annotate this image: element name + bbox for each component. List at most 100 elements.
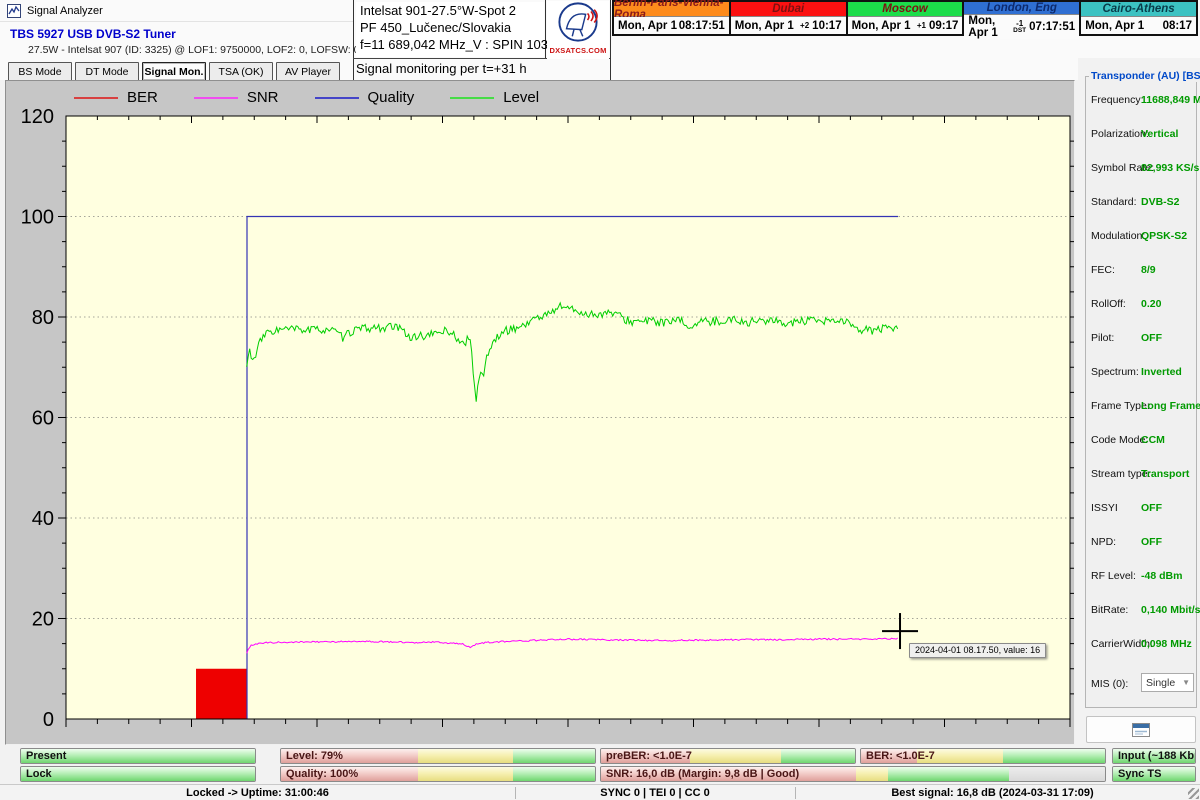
chevron-down-icon: ▼ [1182,678,1190,687]
panel-button[interactable] [1086,716,1196,743]
signal-bar-quality: Quality: 100% [280,766,596,782]
mis-value: Single [1146,677,1175,689]
mis-row: MIS (0): Single ▼ [1086,675,1196,695]
field-modulation: Modulation:QPSK-S2 [1086,227,1196,247]
field-label: NPD: [1091,536,1116,548]
clock-date: Mon, Apr 1 [735,20,800,32]
field-value: 82,993 KS/s [1141,162,1199,174]
mis-label: MIS (0): [1091,678,1128,690]
field-rolloff: RollOff:0.20 [1086,295,1196,315]
mis-select[interactable]: Single ▼ [1141,673,1194,692]
clock-city-label: Cairo-Athens [1081,2,1196,17]
transponder-panel: Transponder (AU) [BS] Frequency:11688,84… [1078,58,1200,746]
field-issyi: ISSYIOFF [1086,499,1196,519]
window-title: Signal Analyzer [27,5,103,17]
field-value: 11688,849 MHz [1141,94,1200,106]
y-tick-label: 40 [32,508,54,530]
tuner-title: TBS 5927 USB DVB-S2 Tuner [10,27,176,41]
clock-cairo-athens: Cairo-AthensMon, Apr 108:17 [1081,2,1196,34]
tab-tsa-ok[interactable]: TSA (OK) [209,62,273,81]
clock-date: Mon, Apr 1 [618,20,679,32]
field-label: Pilot: [1091,332,1114,344]
field-stream-type: Stream type:Transport [1086,465,1196,485]
bar-label: Present [26,750,66,762]
clock-city-label: London, Eng [964,2,1079,15]
field-label: BitRate: [1091,604,1128,616]
bar-zone-green [513,749,595,763]
field-value: DVB-S2 [1141,196,1180,208]
clock-london-eng: London, EngMon, Apr 1-1DST07:17:51 [964,2,1079,34]
field-value: OFF [1141,502,1162,514]
bar-zone-gray [1009,767,1105,781]
satellite-dish-icon [557,1,599,43]
clock-time-row: Mon, Apr 1-1DST07:17:51 [964,15,1079,39]
field-label: Standard: [1091,196,1137,208]
field-frame-type: Frame Type:Long Frame [1086,397,1196,417]
signal-bar-input: Input (~188 Kbps) [1112,748,1196,764]
field-label: Frequency: [1091,94,1144,106]
clock-moscow: MoscowMon, Apr 1+109:17 [848,2,963,34]
clock-dubai: DubaiMon, Apr 1+210:17 [731,2,846,34]
tab-signal-mon[interactable]: Signal Mon. [142,62,206,81]
field-value: 8/9 [1141,264,1156,276]
tab-dt-mode[interactable]: DT Mode [75,62,139,81]
status-sync: SYNC 0 | TEI 0 | CC 0 [600,787,709,799]
field-value: Inverted [1141,366,1182,378]
field-label: Spectrum: [1091,366,1139,378]
window-titlebar: Signal Analyzer [0,0,353,22]
field-symbol-rate: Symbol Rate:82,993 KS/s [1086,159,1196,179]
bar-zone-green [21,767,255,781]
bar-zone-yellow [856,767,889,781]
field-polarization: Polarization:Vertical [1086,125,1196,145]
field-value: Vertical [1141,128,1178,140]
field-value: CCM [1141,434,1165,446]
resize-grip[interactable] [1188,788,1199,799]
clock-time-row: Mon, Apr 1+109:17 [848,17,963,34]
field-frequency: Frequency:11688,849 MHz [1086,91,1196,111]
logo-text: DXSATCS.COM [547,46,609,55]
field-spectrum: Spectrum:Inverted [1086,363,1196,383]
y-tick-label: 0 [43,709,54,731]
clock-time: 10:17 [812,20,841,32]
status-best-signal: Best signal: 16,8 dB (2024-03-31 17:09) [891,787,1093,799]
signal-bar-snr: SNR: 16,0 dB (Margin: 9,8 dB | Good) [600,766,1106,782]
field-code-mode: Code Mode:CCM [1086,431,1196,451]
tab-av-player[interactable]: AV Player [276,62,340,81]
signal-bar-lock: Lock [20,766,256,782]
field-rf-level: RF Level:-48 dBm [1086,567,1196,587]
field-value: OFF [1141,536,1162,548]
bar-label: Lock [26,768,52,780]
dxsatcs-logo: DXSATCS.COM [547,1,609,59]
bar-zone-green [1003,749,1105,763]
bar-zone-green [781,749,855,763]
field-value: 0,140 Mbit/s [1141,604,1200,616]
header-divider [353,0,354,80]
field-carrierwidth: CarrierWidth:0,098 MHz [1086,635,1196,655]
series-ber-bar [196,669,247,719]
world-clocks: Berlin-Paris-Vienna-RomaMon, Apr 108:17:… [612,0,1198,36]
y-tick-label: 100 [21,207,54,229]
clock-time: 09:17 [929,20,958,32]
field-pilot: Pilot:OFF [1086,329,1196,349]
clock-date: Mon, Apr 1 [852,20,917,32]
bar-label: SNR: 16,0 dB (Margin: 9,8 dB | Good) [606,768,799,780]
app-icon [7,4,21,18]
field-label: Modulation: [1091,230,1145,242]
signal-bar-present: Present [20,748,256,764]
bar-zone-yellow [690,749,781,763]
clock-date: Mon, Apr 1 [1085,20,1162,32]
header-divider [610,0,611,80]
clock-date: Mon, Apr 1 [968,15,1013,39]
clock-berlin-paris-vienna-roma: Berlin-Paris-Vienna-RomaMon, Apr 108:17:… [614,2,729,34]
tab-bs-mode[interactable]: BS Mode [8,62,72,81]
field-value: QPSK-S2 [1141,230,1187,242]
clock-city-label: Berlin-Paris-Vienna-Roma [614,2,729,17]
clock-utc-offset: +2 [800,22,809,29]
bar-label: Input (~188 Kbps) [1118,750,1196,762]
field-standard: Standard: DVB-S2 [1086,193,1196,213]
bar-zone-green [513,767,595,781]
status-uptime: Locked -> Uptime: 31:00:46 [186,787,329,799]
status-bar: Locked -> Uptime: 31:00:46 SYNC 0 | TEI … [0,784,1200,800]
bar-label: BER: <1.0E-7 [866,750,935,762]
field-label: RollOff: [1091,298,1126,310]
